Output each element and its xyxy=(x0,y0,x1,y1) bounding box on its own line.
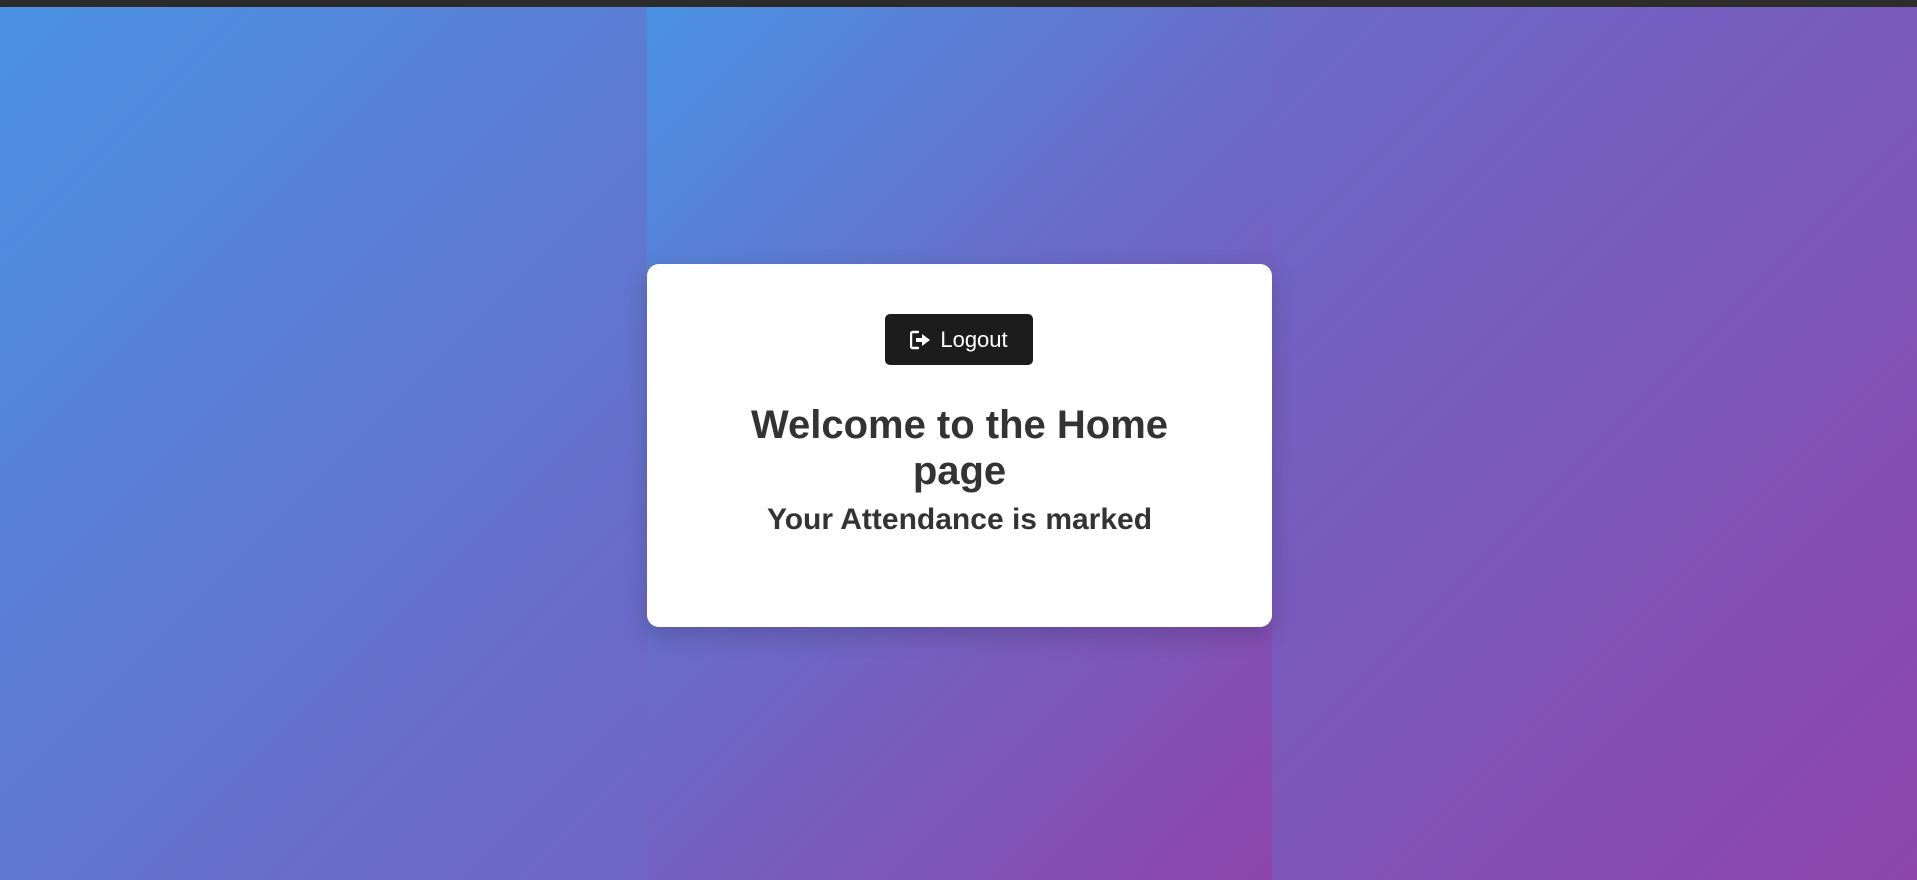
welcome-heading-line2: page xyxy=(912,449,1007,493)
sign-out-icon xyxy=(910,330,932,350)
welcome-heading: Welcome to the Home page xyxy=(647,402,1272,494)
welcome-heading-line1: Welcome to the Home xyxy=(750,403,1169,447)
logout-label: Logout xyxy=(940,326,1008,352)
logout-button[interactable]: Logout xyxy=(885,314,1033,365)
attendance-status: Your Attendance is marked xyxy=(766,503,1153,536)
home-card: Logout Welcome to the Home page Your Att… xyxy=(647,264,1272,627)
browser-top-bar xyxy=(0,0,1917,7)
